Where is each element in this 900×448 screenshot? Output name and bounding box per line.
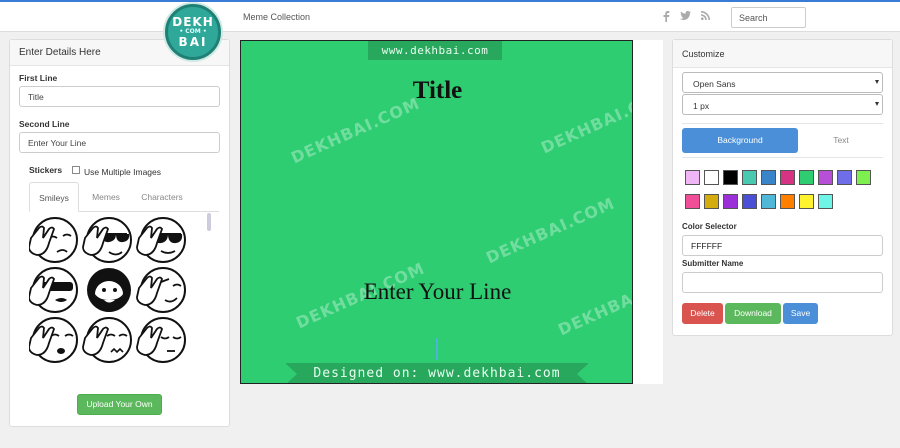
color-swatch[interactable] (799, 194, 814, 209)
divider (682, 123, 883, 124)
font-select-value: Open Sans (693, 79, 736, 89)
download-button[interactable]: Download (725, 303, 781, 324)
divider (682, 157, 883, 158)
delete-button[interactable]: Delete (682, 303, 723, 324)
use-multiple-images-label[interactable]: Use Multiple Images (84, 167, 161, 177)
watermark-bottom: Designed on: www.dekhbai.com (285, 363, 589, 383)
facepalm-sunglasses-mustache-icon[interactable] (136, 217, 186, 263)
site-logo[interactable]: DEKH • COM • BAI (165, 4, 221, 60)
color-swatch[interactable] (685, 170, 700, 185)
color-selector-input[interactable] (682, 235, 883, 256)
meme-second-line-text[interactable]: Enter Your Line (241, 279, 632, 305)
color-swatch[interactable] (742, 194, 757, 209)
color-swatch[interactable] (761, 170, 776, 185)
customize-panel-header: Customize (673, 40, 892, 68)
sticker-grid (29, 217, 186, 363)
color-swatch[interactable] (723, 194, 738, 209)
sticker-scrollbar[interactable] (207, 213, 211, 231)
top-navbar: DEKH • COM • BAI Meme Collection (0, 0, 900, 60)
stroke-width-value: 1 px (693, 101, 710, 111)
facepalm-sad-icon[interactable] (29, 217, 78, 263)
second-line-input[interactable] (19, 132, 220, 153)
second-line-label: Second Line (19, 119, 70, 129)
nav-link-meme-collection[interactable]: Meme Collection (243, 12, 310, 22)
tab-memes[interactable]: Memes (81, 182, 131, 212)
color-swatch[interactable] (856, 170, 871, 185)
twitter-icon[interactable] (680, 11, 691, 24)
tab-text[interactable]: Text (799, 128, 883, 153)
submitter-name-label: Submitter Name (682, 259, 744, 268)
meme-title-text[interactable]: Title (241, 77, 632, 105)
color-swatch[interactable] (780, 194, 795, 209)
customize-panel: Customize Open Sans 1 px Background Text… (672, 39, 893, 336)
color-swatch[interactable] (742, 170, 757, 185)
details-panel: Enter Details Here First Line Second Lin… (9, 39, 230, 427)
stickers-label: Stickers (29, 165, 63, 175)
logo-text-top: DEKH (172, 15, 214, 29)
color-swatch[interactable] (704, 194, 719, 209)
logo-text-bottom: BAI (178, 35, 208, 49)
upload-your-own-button[interactable]: Upload Your Own (77, 394, 162, 415)
color-swatch[interactable] (837, 170, 852, 185)
facepalm-dark-glasses-icon[interactable] (29, 267, 78, 313)
tab-smileys[interactable]: Smileys (29, 182, 79, 212)
color-swatch[interactable] (723, 170, 738, 185)
first-line-input[interactable] (19, 86, 220, 107)
tab-background[interactable]: Background (682, 128, 798, 153)
color-swatch[interactable] (761, 194, 776, 209)
rss-icon[interactable] (701, 11, 710, 23)
first-line-label: First Line (19, 73, 58, 83)
color-swatch[interactable] (799, 170, 814, 185)
save-button[interactable]: Save (783, 303, 818, 324)
use-multiple-images-checkbox[interactable] (72, 166, 80, 174)
stroke-width-select[interactable]: 1 px (682, 94, 883, 115)
chevron-down-icon (875, 80, 879, 84)
facepalm-sleepy-icon[interactable] (136, 317, 186, 363)
facepalm-annoyed-icon[interactable] (82, 317, 132, 363)
facepalm-shock-icon[interactable] (29, 317, 78, 363)
color-swatch[interactable] (685, 194, 700, 209)
resize-handle[interactable] (436, 338, 438, 360)
sticker-tabs: Smileys Memes Characters (29, 182, 219, 212)
facepalm-sunglasses-icon[interactable] (82, 217, 132, 263)
meme-preview-area: www.dekhbai.com DEKHBAI.COM DEKHBAI.COM … (240, 40, 663, 384)
tab-characters[interactable]: Characters (133, 182, 191, 212)
facebook-icon[interactable] (662, 11, 670, 25)
color-swatch[interactable] (818, 194, 833, 209)
color-selector-label: Color Selector (682, 222, 737, 231)
watermark-top: www.dekhbai.com (368, 41, 502, 60)
font-select[interactable]: Open Sans (682, 72, 883, 93)
meme-canvas[interactable]: www.dekhbai.com DEKHBAI.COM DEKHBAI.COM … (240, 40, 633, 384)
facepalm-wink-icon[interactable] (136, 267, 186, 313)
color-swatch[interactable] (704, 170, 719, 185)
color-swatch[interactable] (818, 170, 833, 185)
search-input[interactable] (731, 7, 806, 28)
bearded-man-icon[interactable] (87, 268, 131, 312)
submitter-name-input[interactable] (682, 272, 883, 293)
chevron-down-icon (875, 102, 879, 106)
watermark-diagonal: DEKHBAI.COM (483, 193, 618, 268)
color-swatch[interactable] (780, 170, 795, 185)
